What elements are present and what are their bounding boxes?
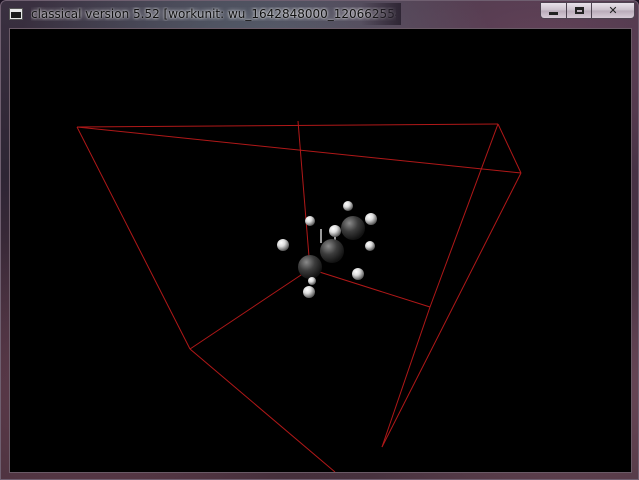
hydrogen-atom xyxy=(352,268,364,280)
box-edge xyxy=(429,123,499,308)
box-edge xyxy=(381,306,431,448)
close-icon: ✕ xyxy=(608,4,618,17)
box-edge xyxy=(76,123,499,128)
box-edge xyxy=(189,348,336,472)
hydrogen-atom xyxy=(305,216,315,226)
title-bar[interactable]: classical version 5.52 [workunit: wu_164… xyxy=(1,1,638,28)
minimize-button[interactable] xyxy=(540,2,566,19)
molecule-viewport[interactable] xyxy=(10,29,631,472)
application-window: classical version 5.52 [workunit: wu_164… xyxy=(0,0,639,480)
carbon-atom xyxy=(320,239,344,263)
box-edge xyxy=(76,126,191,350)
maximize-icon xyxy=(574,7,584,14)
carbon-atom xyxy=(341,216,365,240)
minimize-icon xyxy=(549,12,558,15)
hydrogen-atom xyxy=(365,241,375,251)
box-edge xyxy=(297,120,311,270)
hydrogen-atom xyxy=(308,277,316,285)
title-fade xyxy=(361,3,401,25)
carbon-atom xyxy=(298,255,322,279)
hydrogen-atom xyxy=(343,201,353,211)
box-edge xyxy=(189,268,311,350)
console-window-icon[interactable] xyxy=(9,8,23,20)
box-edge xyxy=(381,172,522,448)
molecule xyxy=(277,201,377,298)
caption-buttons: ✕ xyxy=(540,2,635,19)
hydrogen-atom xyxy=(329,225,341,237)
box-edge xyxy=(309,268,431,308)
hydrogen-atom xyxy=(365,213,377,225)
hydrogen-atom xyxy=(303,286,315,298)
box-edge xyxy=(497,123,522,174)
window-title: classical version 5.52 [workunit: wu_164… xyxy=(31,7,396,21)
close-button[interactable]: ✕ xyxy=(591,2,635,19)
render-area[interactable] xyxy=(9,28,632,473)
maximize-button[interactable] xyxy=(566,2,591,19)
simulation-box xyxy=(76,120,522,472)
hydrogen-atom xyxy=(277,239,289,251)
